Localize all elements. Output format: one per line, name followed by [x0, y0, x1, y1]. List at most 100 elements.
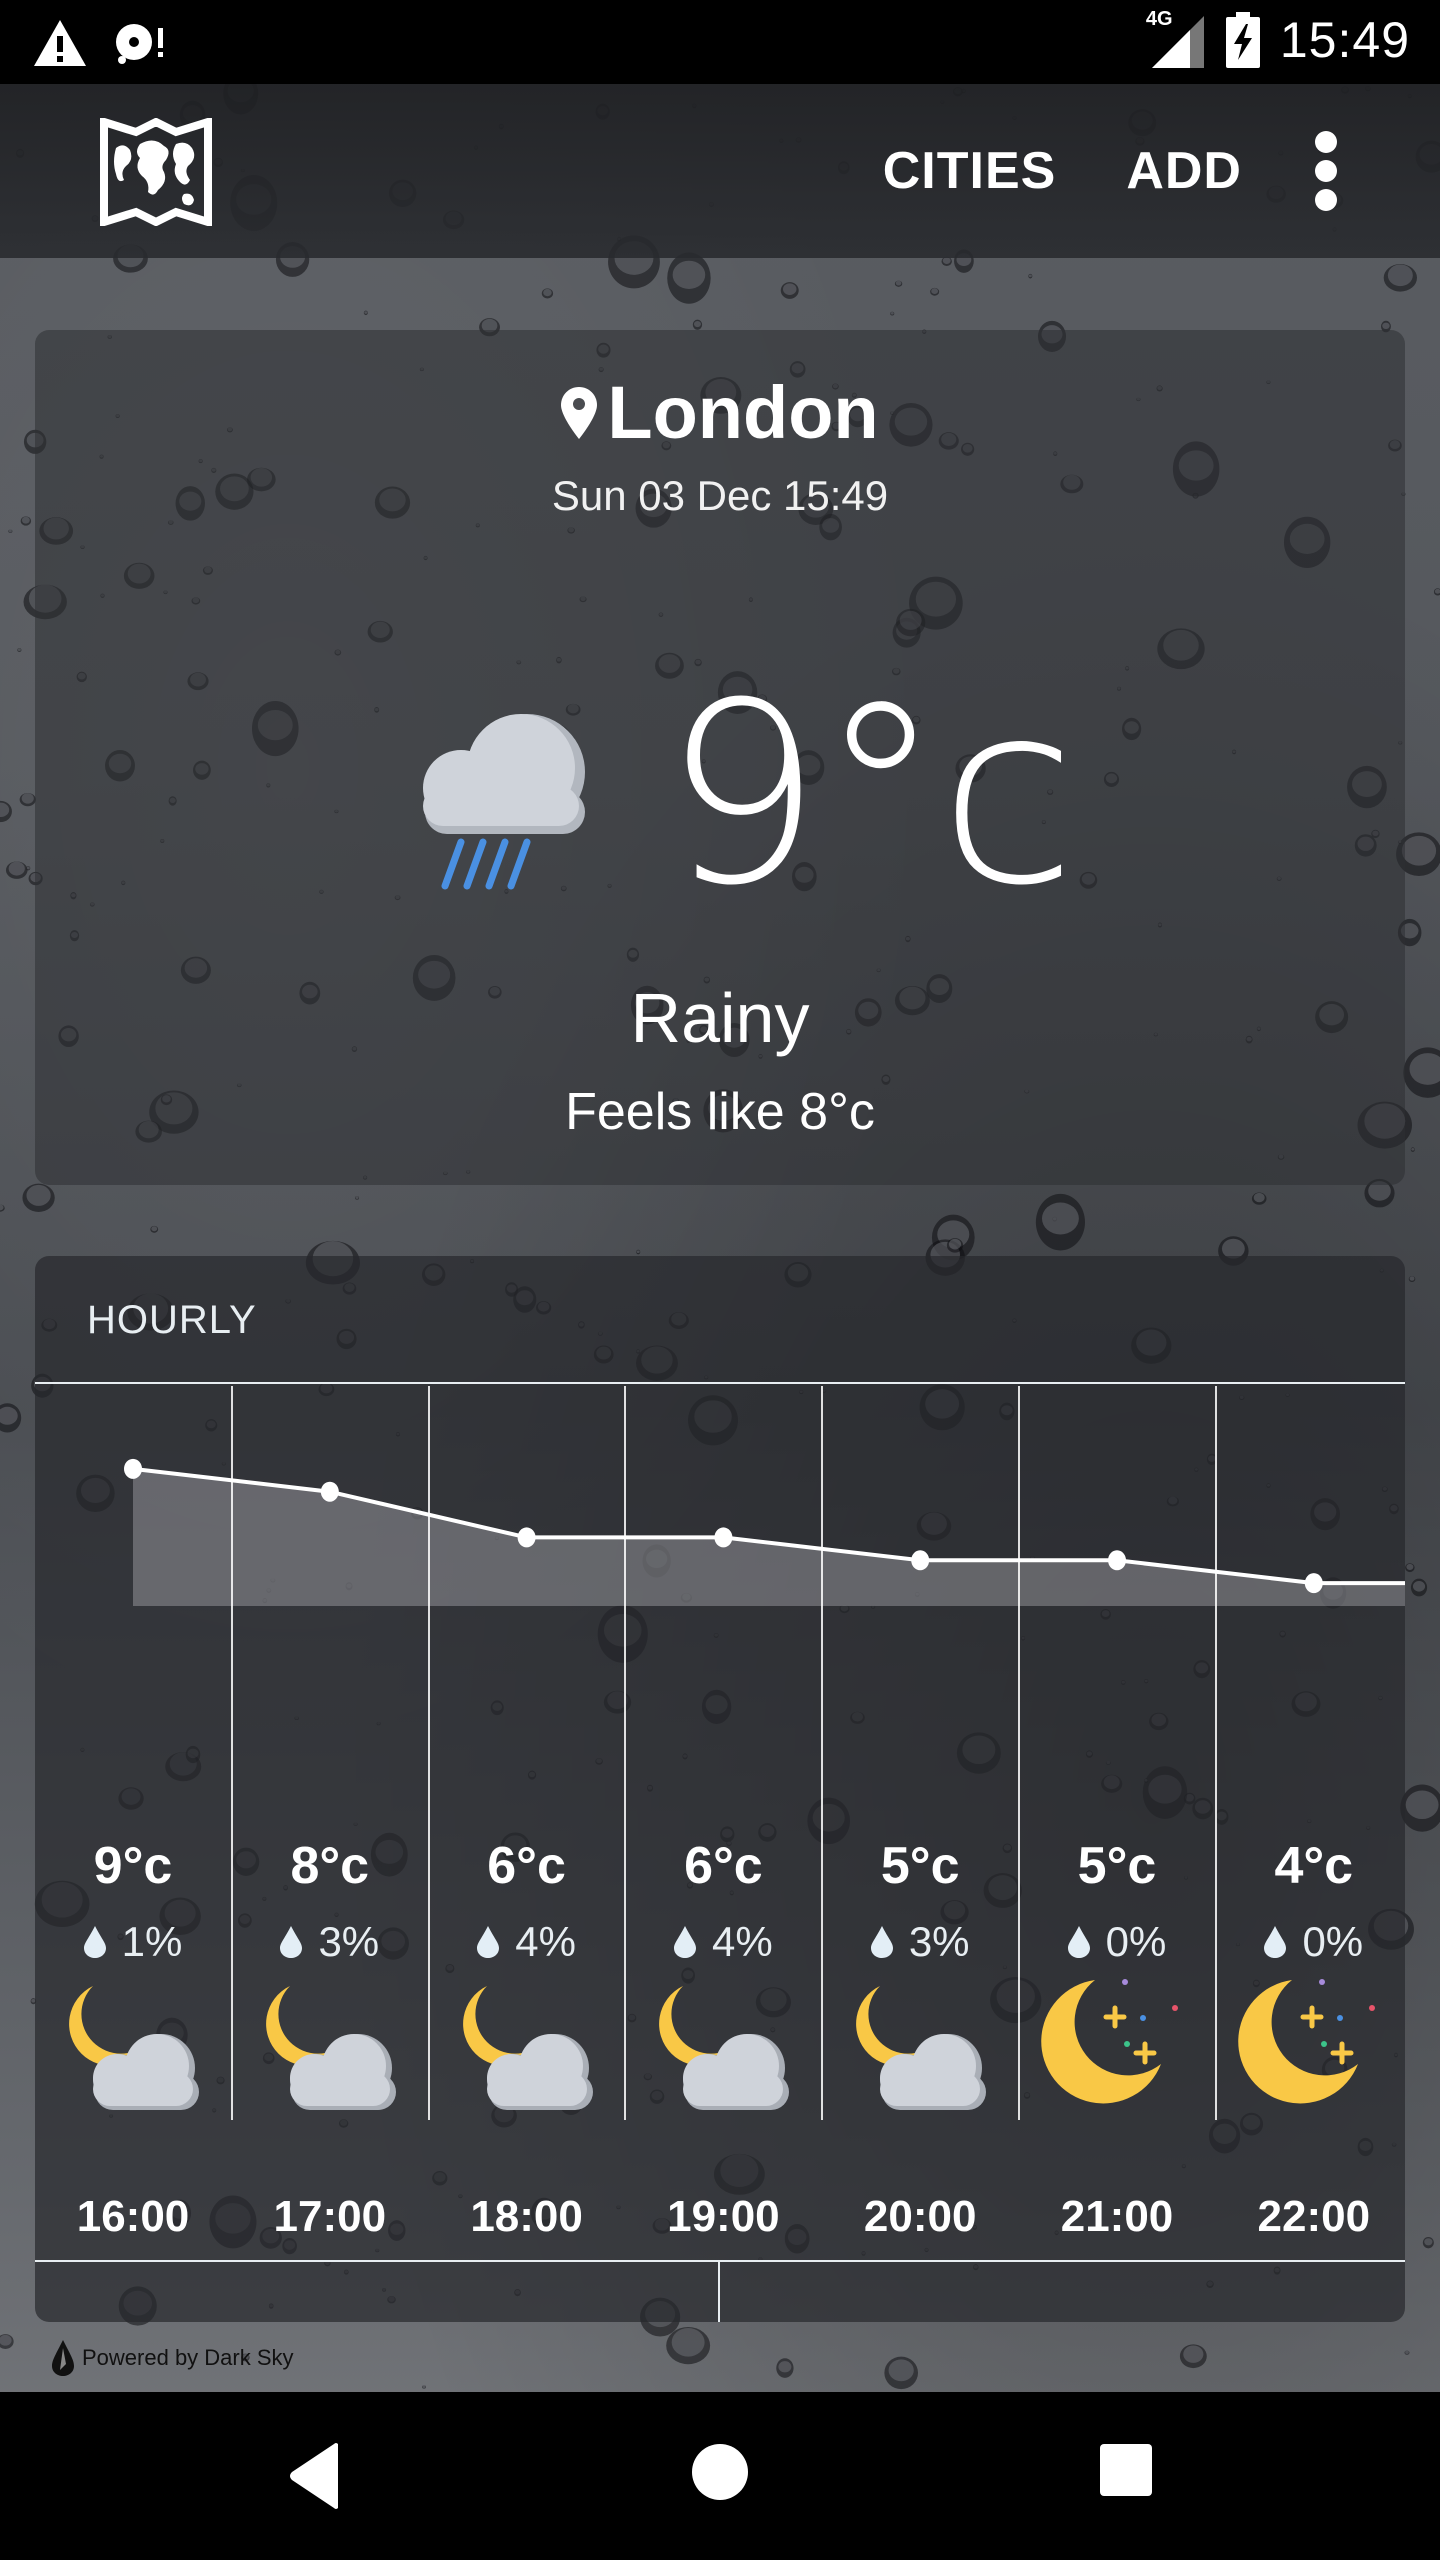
powered-by-dark-sky[interactable]: Powered by Dark Sky — [52, 2340, 294, 2376]
partly-cloudy-night-icon — [659, 1986, 790, 2110]
rain-drop — [930, 287, 940, 296]
column-divider — [1018, 1386, 1020, 2120]
location-row: London — [35, 370, 1405, 455]
rain-drop — [355, 1196, 360, 1200]
clock: 15:49 — [1279, 12, 1410, 68]
divider — [35, 2260, 1405, 2262]
hourly-time: 19:00 — [667, 2192, 780, 2241]
rain-drop — [1052, 1216, 1058, 1222]
add-button[interactable]: ADD — [1126, 141, 1242, 201]
hourly-temp: 8°c — [290, 1837, 370, 1895]
hourly-title: HOURLY — [87, 1298, 257, 1342]
feels-like: Feels like 8°c — [565, 1083, 875, 1141]
home-icon[interactable] — [690, 2442, 750, 2502]
current-weather-card: London Sun 03 Dec 15:49 9°c Rainy Feels … — [35, 330, 1405, 1185]
rain-drop — [5, 861, 28, 879]
clear-night-icon — [1238, 1979, 1375, 2104]
signal-icon: 4G — [1146, 8, 1206, 70]
warning-icon — [34, 20, 86, 66]
powered-by-label: Powered by Dark Sky — [82, 2345, 294, 2370]
rain-drop — [1403, 1047, 1440, 1098]
hourly-temp: 4°c — [1274, 1837, 1354, 1895]
hourly-chart[interactable]: 9°c 1% 16:00 8°c 3% 17:00 6°c 4% 18:00 6… — [35, 1386, 1405, 2386]
column-divider — [624, 1386, 627, 2120]
column-divider — [1214, 1386, 1217, 2120]
weather-summary: Rainy — [630, 979, 810, 1057]
raindrop-icon — [870, 1926, 893, 1958]
hourly-temp: 6°c — [487, 1837, 566, 1895]
rain-drop — [150, 1225, 159, 1233]
partly-cloudy-night-icon — [265, 1986, 396, 2110]
rain-drop — [8, 529, 13, 533]
hourly-temp: 6°c — [684, 1837, 763, 1895]
current-datetime: Sun 03 Dec 15:49 — [551, 472, 889, 519]
rain-drop — [894, 280, 903, 287]
partly-cloudy-night-icon — [69, 1986, 199, 2110]
back-icon[interactable] — [288, 2442, 342, 2510]
cities-button[interactable]: CITIES — [883, 141, 1057, 201]
hourly-item: 5°c 3% 20:00 — [822, 1386, 1018, 2386]
rain-drop — [931, 1214, 975, 1261]
hourly-card: HOURLY 9°c 1% 16:00 8°c 3% 17:00 6°c 4% … — [35, 1256, 1405, 2322]
rain-drop — [0, 2334, 14, 2349]
hourly-temp: 5°c — [1077, 1837, 1157, 1895]
rain-drop — [941, 256, 952, 267]
column-divider — [821, 1386, 824, 2120]
hourly-item: 9°c 1% 16:00 — [35, 1386, 231, 2386]
hourly-item: 8°c 3% 17:00 — [232, 1386, 428, 2386]
hourly-time: 16:00 — [76, 2192, 190, 2241]
rain-drop — [26, 866, 31, 871]
raindrop-icon — [83, 1926, 106, 1958]
rain-drop — [1408, 1276, 1416, 1282]
raindrop-icon — [477, 1926, 500, 1958]
current-temperature: 9°c — [663, 649, 1077, 940]
hourly-time: 22:00 — [1257, 2192, 1371, 2241]
hourly-time: 18:00 — [470, 2192, 583, 2241]
map-pin-icon — [561, 386, 598, 439]
rain-drop — [363, 310, 368, 316]
rain-drop — [0, 800, 12, 823]
rain-drop — [1035, 1193, 1085, 1251]
raindrop-icon — [674, 1926, 697, 1958]
divider — [718, 2262, 720, 2322]
navigation-bar — [0, 2392, 1440, 2560]
hourly-item: 6°c 4% 18:00 — [429, 1386, 625, 2386]
rain-drop — [667, 252, 711, 304]
app-bar: CITIES ADD — [0, 84, 1440, 258]
more-vert-icon[interactable] — [1312, 131, 1340, 211]
world-map-icon[interactable] — [100, 118, 212, 226]
rain-drop — [1422, 2236, 1434, 2249]
column-divider — [427, 1386, 430, 2120]
hourly-time: 20:00 — [863, 2192, 977, 2241]
location-name: London — [607, 371, 879, 454]
hourly-time: 21:00 — [1060, 2192, 1174, 2241]
rain-drop — [0, 1204, 5, 1212]
raindrop-icon — [280, 1926, 303, 1958]
hourly-item: 5°c 0% 21:00 — [1019, 1386, 1215, 2386]
rain-drop — [1433, 588, 1440, 596]
rain-drop — [1383, 264, 1417, 292]
rain-drop — [692, 319, 703, 330]
raindrop-icon — [1067, 1926, 1090, 1958]
rain-cloud-icon — [423, 714, 585, 890]
recents-icon[interactable] — [1098, 2442, 1154, 2498]
rain-drop — [946, 1238, 964, 1253]
hourly-item: 6°c 4% 19:00 — [625, 1386, 821, 2386]
rain-drop — [636, 1249, 641, 1255]
rain-drop — [0, 1403, 22, 1433]
rain-drop — [1410, 1147, 1415, 1152]
hourly-time: 17:00 — [273, 2192, 387, 2241]
dark-sky-logo-icon — [52, 2340, 74, 2376]
rain-drop — [1410, 1578, 1428, 1597]
clear-night-icon — [1041, 1979, 1178, 2104]
disc-alert-icon — [116, 24, 163, 64]
hourly-temp: 9°c — [93, 1837, 173, 1895]
rain-drop — [1028, 273, 1033, 279]
divider — [35, 1382, 1405, 1384]
rain-drop — [20, 516, 32, 526]
raindrop-icon — [1264, 1926, 1287, 1958]
rain-drop — [17, 648, 22, 652]
rain-drop — [780, 282, 799, 299]
hourly-temp: 5°c — [880, 1837, 960, 1895]
column-divider — [230, 1386, 233, 2120]
